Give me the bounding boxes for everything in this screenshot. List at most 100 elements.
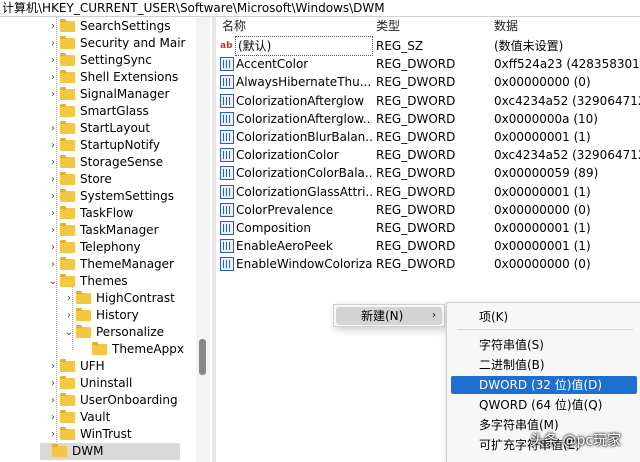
table-row[interactable]: ab (默认) REG_SZ (数值未设置) [216,36,640,56]
tree-item[interactable]: ⌄ Personalize [64,324,164,341]
binary-value-icon [220,93,234,108]
table-row[interactable]: ColorizationAfterglow... REG_DWORD 0x00000… [216,110,640,128]
address-bar[interactable]: 计算机\HKEY_CURRENT_USER\Software\Microsoft… [0,0,640,17]
chevron-right-icon[interactable]: › [48,409,58,426]
value-type: REG_DWORD [376,239,456,254]
submenu-item[interactable]: 二进制值(B) [451,356,637,374]
table-row[interactable]: ColorizationColorBala... REG_DWORD 0x00000… [216,164,640,182]
value-type: REG_DWORD [376,257,456,272]
table-row[interactable]: Composition REG_DWORD 0x00000001 (1) [216,219,640,237]
column-header-data[interactable]: 数据 [494,17,518,35]
table-row[interactable]: ColorizationAfterglow REG_DWORD 0xc4234a52… [216,92,640,110]
tree-item-label: Shell Extensions [80,70,179,84]
tree-item[interactable]: ThemeAppx [80,341,184,358]
table-row[interactable]: ColorizationBlurBalan... REG_DWORD 0x00000… [216,128,640,146]
chevron-down-icon[interactable]: ⌄ [48,273,58,290]
tree-item[interactable]: › SystemSettings [48,188,174,205]
chevron-right-icon[interactable]: › [48,171,58,188]
value-name: ColorPrevalence [236,202,334,217]
table-row[interactable]: AlwaysHibernateThu... REG_DWORD 0x00000000… [216,73,640,91]
folder-icon [60,36,75,49]
folder-icon [60,376,75,389]
table-row[interactable]: ColorPrevalence REG_DWORD 0x00000000 (0) [216,201,640,219]
tree-scrollbar[interactable] [196,17,210,462]
tree-item-label: TaskFlow [80,206,134,220]
tree-item[interactable]: › SearchSettings [48,18,170,35]
tree-item[interactable]: › StartLayout [48,120,150,137]
column-header-type[interactable]: 类型 [376,17,400,35]
binary-value-icon [220,239,234,254]
folder-icon [60,427,75,440]
chevron-right-icon[interactable]: › [48,188,58,205]
chevron-right-icon[interactable]: › [48,137,58,154]
folder-icon [60,121,75,134]
menu-item-new[interactable]: 新建(N) › [336,307,442,325]
value-data: 0x00000000 (0) [494,75,591,90]
value-data: 0x00000001 (1) [494,184,591,199]
tree-item[interactable]: › SettingSync [48,52,152,69]
tree-item[interactable]: › UserOnboarding [48,392,178,409]
table-row[interactable]: AccentColor REG_DWORD 0xff524a23 (42835830… [216,55,640,73]
table-row[interactable]: ColorizationColor REG_DWORD 0xc4234a52 (32… [216,146,640,164]
registry-tree[interactable]: › SearchSettings › Security and Mair › Settin… [0,17,212,462]
tree-item[interactable]: › Security and Mair [48,35,185,52]
chevron-right-icon[interactable]: › [64,290,74,307]
chevron-right-icon[interactable]: › [48,205,58,222]
submenu-item[interactable]: DWORD (32 位)值(D) [451,376,637,394]
chevron-right-icon[interactable]: › [48,35,58,52]
tree-item[interactable]: › StorageSense [48,154,163,171]
chevron-right-icon[interactable]: › [48,52,58,69]
value-name: ColorizationGlassAttri... [236,184,372,199]
tree-item-label: History [96,308,139,322]
folder-icon [60,189,75,202]
tree-item-label: DWM [72,444,104,458]
submenu-item[interactable]: 项(K) [451,308,637,326]
chevron-right-icon[interactable]: › [48,120,58,137]
chevron-right-icon[interactable]: › [48,426,58,443]
chevron-right-icon[interactable]: › [48,222,58,239]
tree-item[interactable]: › StartupNotify [48,137,160,154]
column-header-name[interactable]: 名称 [222,17,246,35]
folder-icon [60,172,75,185]
tree-item[interactable]: DWM [40,443,180,460]
tree-item[interactable]: › Shell Extensions [48,69,178,86]
chevron-right-icon[interactable]: › [48,256,58,273]
chevron-right-icon[interactable]: › [48,358,58,375]
tree-scrollbar-thumb[interactable] [199,339,206,375]
tree-item[interactable]: › Telephony [48,239,141,256]
tree-item[interactable]: SmartGlass [48,103,149,120]
tree-item[interactable]: › HighContrast [64,290,175,307]
chevron-right-icon[interactable]: › [48,18,58,35]
tree-item[interactable]: › Store [48,171,112,188]
chevron-right-icon[interactable]: › [48,375,58,392]
chevron-right-icon[interactable]: › [64,307,74,324]
tree-item[interactable]: ⌄ Themes [48,273,128,290]
watermark: 头条 @pc玩家 [530,433,622,449]
tree-item[interactable]: › UFH [48,358,105,375]
value-type: REG_DWORD [376,166,456,181]
table-row[interactable]: EnableWindowColorizat... REG_DWORD 0x00000… [216,255,640,273]
string-value-icon: ab [220,39,234,53]
chevron-down-icon[interactable]: ⌄ [64,324,74,341]
value-name: ColorizationAfterglow... [236,111,372,126]
chevron-right-icon[interactable]: › [48,239,58,256]
tree-item[interactable]: › Uninstall [48,375,132,392]
tree-item[interactable]: › TaskManager [48,222,159,239]
value-name: ColorizationBlurBalan... [236,130,372,144]
chevron-right-icon[interactable]: › [48,392,58,409]
tree-item[interactable]: › ThemeManager [48,256,174,273]
tree-item[interactable]: › TaskFlow [48,205,133,222]
chevron-right-icon[interactable]: › [48,86,58,103]
chevron-right-icon[interactable]: › [48,69,58,86]
submenu-item[interactable]: QWORD (64 位)值(Q) [451,396,637,414]
tree-item[interactable]: › Vault [48,409,110,426]
value-name: EnableWindowColorizat... [236,257,372,272]
tree-item[interactable]: › WinTrust [48,426,132,443]
submenu-item[interactable]: 字符串值(S) [451,336,637,354]
chevron-right-icon[interactable]: › [48,154,58,171]
tree-item[interactable]: › SignalManager [48,86,169,103]
tree-item[interactable]: › History [64,307,139,324]
table-row[interactable]: EnableAeroPeek REG_DWORD 0x00000001 (1) [216,237,640,255]
table-row[interactable]: ColorizationGlassAttri... REG_DWORD 0x0000… [216,183,640,201]
value-name: AccentColor [236,57,309,72]
